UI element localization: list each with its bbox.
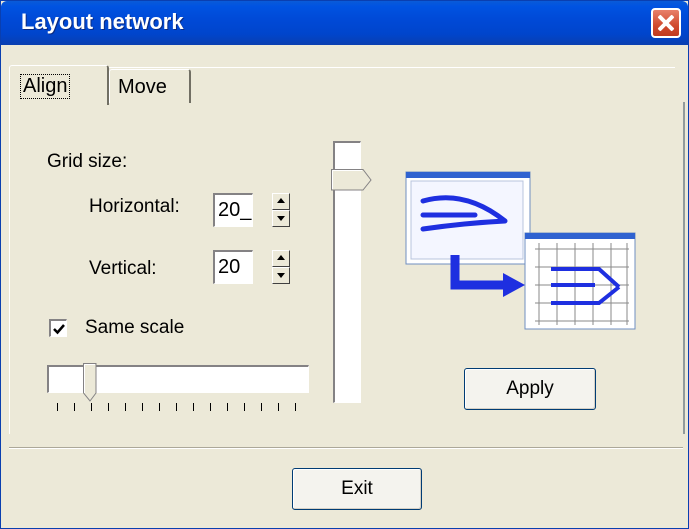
horizontal-label: Horizontal: — [89, 196, 180, 217]
vertical-label: Vertical: — [89, 258, 157, 279]
footer-separator — [9, 447, 683, 449]
horizontal-input[interactable]: 20_ — [213, 193, 253, 227]
layout-network-dialog: Layout network Align Move Grid size: Hor… — [0, 0, 689, 529]
horizontal-slider-ticks — [57, 403, 307, 413]
tab-align-label: Align — [20, 74, 71, 99]
tab-align[interactable]: Align — [9, 65, 109, 105]
close-icon[interactable] — [651, 8, 681, 38]
grid-size-label: Grid size: — [47, 151, 128, 172]
title-bar[interactable]: Layout network — [1, 1, 688, 45]
vertical-input[interactable]: 20 — [213, 250, 253, 284]
vertical-down-arrow-icon[interactable] — [272, 267, 290, 284]
horizontal-slider-thumb[interactable] — [83, 363, 97, 403]
horizontal-stepper[interactable] — [272, 193, 290, 227]
vertical-up-arrow-icon[interactable] — [272, 250, 290, 267]
vertical-slider-thumb[interactable] — [331, 169, 373, 191]
horizontal-up-arrow-icon[interactable] — [272, 193, 290, 210]
tab-move[interactable]: Move — [109, 69, 191, 103]
layout-preview-illustration — [405, 171, 636, 330]
same-scale-label: Same scale — [85, 317, 185, 338]
vertical-stepper[interactable] — [272, 250, 290, 284]
tab-move-label: Move — [118, 76, 167, 98]
checkmark-icon — [53, 324, 65, 335]
exit-button[interactable]: Exit — [292, 468, 422, 510]
same-scale-checkbox[interactable] — [49, 319, 67, 337]
apply-button[interactable]: Apply — [464, 368, 596, 410]
window-title: Layout network — [21, 9, 184, 34]
horizontal-down-arrow-icon[interactable] — [272, 210, 290, 227]
